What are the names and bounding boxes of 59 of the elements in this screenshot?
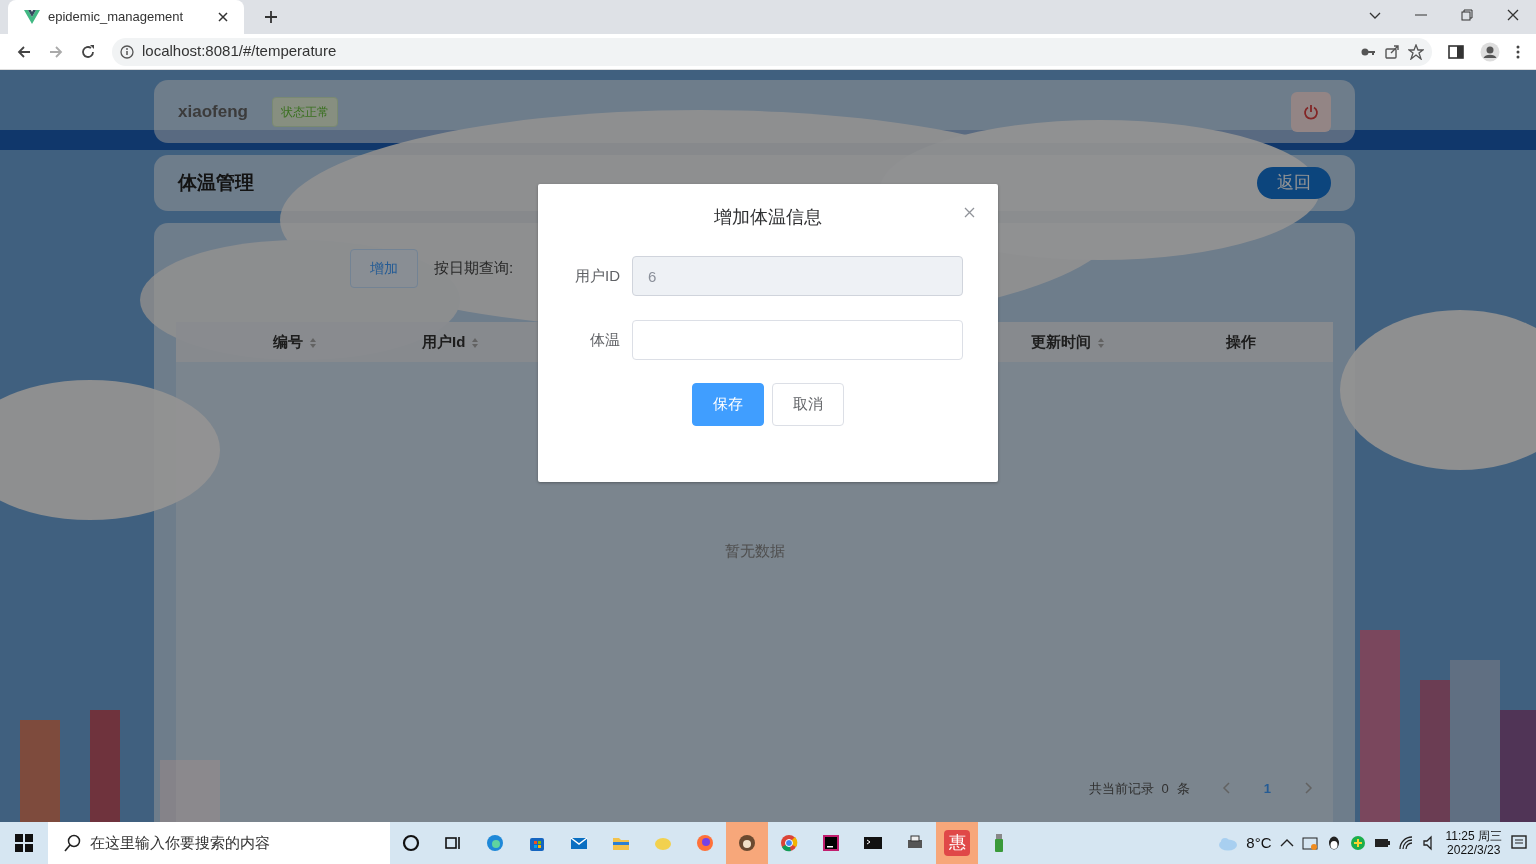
ide-icon[interactable] bbox=[821, 833, 841, 853]
vue-logo-icon bbox=[24, 10, 40, 24]
date-filter-label: 按日期查询: bbox=[434, 258, 514, 279]
input-field[interactable] bbox=[632, 320, 963, 360]
record-count: 0 bbox=[1161, 779, 1169, 798]
back-icon[interactable] bbox=[16, 43, 32, 60]
star-icon[interactable] bbox=[1408, 43, 1424, 60]
windows-logo-icon bbox=[15, 834, 33, 852]
cancel-button[interactable]: 取消 bbox=[772, 383, 844, 426]
pet-icon[interactable] bbox=[737, 833, 757, 853]
chrome-icon[interactable] bbox=[779, 833, 799, 853]
close-icon[interactable] bbox=[218, 12, 228, 22]
wifi-icon[interactable] bbox=[1397, 835, 1414, 851]
record-unit: 条 bbox=[1176, 779, 1190, 798]
cortana-icon[interactable] bbox=[401, 833, 421, 853]
weather-temperature: 8°C bbox=[1246, 832, 1272, 853]
search-icon bbox=[64, 834, 82, 852]
cloud-icon bbox=[1216, 835, 1239, 851]
empty-message: 暂无数据 bbox=[723, 541, 786, 561]
field-label: 用户ID bbox=[574, 265, 621, 286]
usb-drive-icon[interactable] bbox=[993, 833, 1005, 853]
firefox-icon[interactable] bbox=[695, 833, 715, 853]
app-icon[interactable]: 惠 bbox=[944, 830, 970, 856]
share-icon[interactable] bbox=[1384, 43, 1400, 60]
power-button[interactable] bbox=[1291, 91, 1331, 132]
field-label: 体温 bbox=[589, 329, 621, 350]
username: xiaofeng bbox=[178, 100, 248, 123]
side-panel-icon[interactable] bbox=[1448, 43, 1464, 60]
back-button[interactable]: 返回 bbox=[1257, 167, 1331, 199]
new-tab-icon[interactable] bbox=[264, 10, 278, 24]
profile-icon[interactable] bbox=[1480, 41, 1500, 62]
notification-icon[interactable] bbox=[1510, 834, 1528, 852]
column-header[interactable]: 操作 bbox=[1226, 330, 1256, 354]
clock-time: 11:25 周三 bbox=[1445, 828, 1502, 843]
search-placeholder: 在这里输入你要搜索的内容 bbox=[90, 832, 270, 853]
column-header[interactable]: 用户Id bbox=[422, 330, 480, 354]
taskbar-search[interactable]: 在这里输入你要搜索的内容 bbox=[48, 822, 390, 864]
close-icon[interactable] bbox=[1506, 8, 1520, 22]
record-label: 共当前记录 bbox=[1088, 779, 1154, 798]
column-header[interactable]: 更新时间 bbox=[1031, 330, 1105, 354]
page-title: 体温管理 bbox=[178, 170, 255, 195]
reload-icon[interactable] bbox=[80, 43, 96, 60]
status-badge: 状态正常 bbox=[271, 96, 338, 127]
menu-icon[interactable] bbox=[1516, 43, 1520, 60]
column-header[interactable]: 编号 bbox=[273, 330, 317, 354]
tab-title: epidemic_management bbox=[48, 8, 185, 27]
dialog-title: 增加体温信息 bbox=[714, 206, 822, 229]
clock[interactable]: 11:25 周三 2022/3/23 bbox=[1445, 828, 1502, 858]
info-icon bbox=[120, 44, 134, 59]
address-bar[interactable]: localhost:8081/#/temperature bbox=[112, 37, 1432, 66]
tray-app-icon[interactable] bbox=[1301, 835, 1318, 851]
restore-icon[interactable] bbox=[1460, 8, 1474, 22]
browser-icon[interactable] bbox=[485, 833, 505, 853]
power-icon bbox=[1303, 103, 1319, 120]
browser-tab[interactable]: epidemic_management bbox=[8, 0, 244, 34]
chevron-up-icon[interactable] bbox=[1279, 838, 1294, 848]
save-button[interactable]: 保存 bbox=[692, 383, 764, 426]
forward-icon bbox=[48, 43, 64, 60]
clock-date: 2022/3/23 bbox=[1446, 843, 1502, 858]
